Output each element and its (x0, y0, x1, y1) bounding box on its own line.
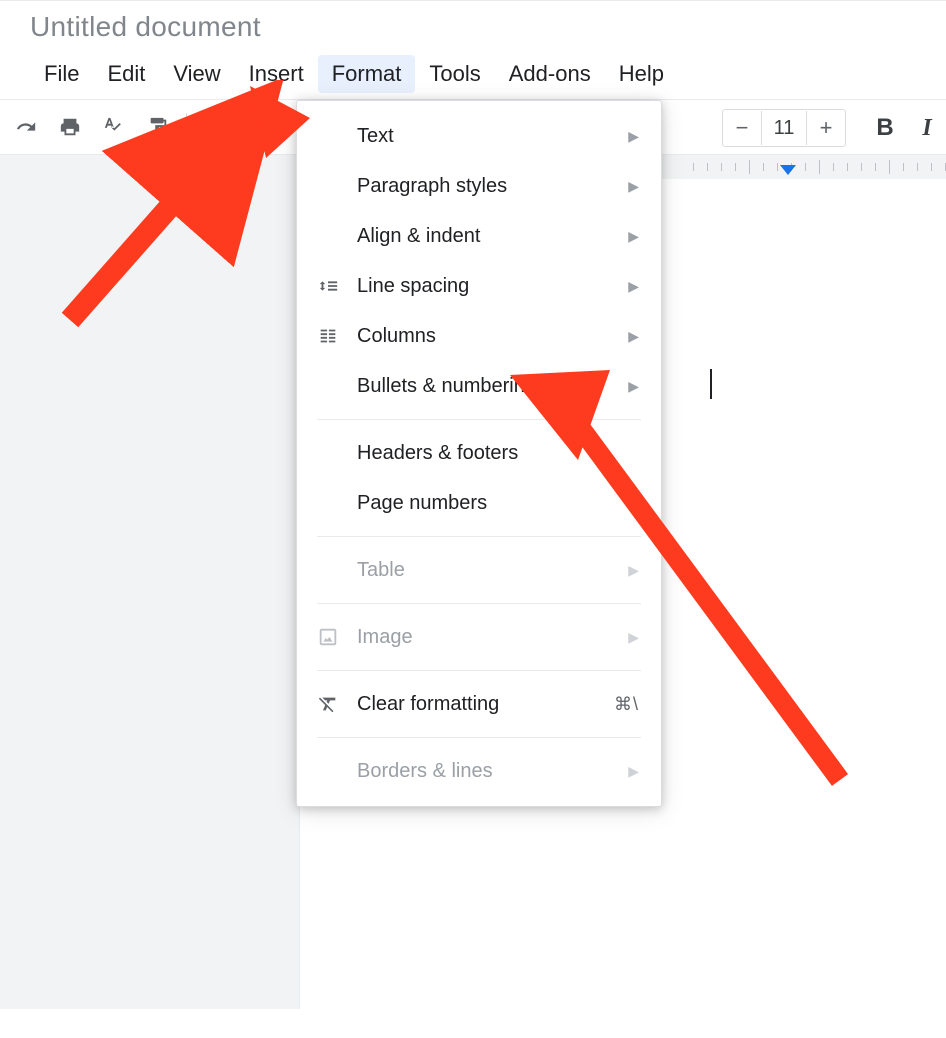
bold-button[interactable]: B (866, 114, 904, 142)
font-size-decrease-button[interactable]: − (723, 111, 761, 145)
paint-format-button[interactable] (136, 105, 180, 149)
menu-separator (317, 419, 641, 420)
menu-insert[interactable]: Insert (235, 55, 318, 93)
font-size-increase-button[interactable]: + (807, 111, 845, 145)
spellcheck-button[interactable] (92, 105, 136, 149)
font-size-value[interactable]: 11 (761, 111, 807, 145)
menu-file[interactable]: File (30, 55, 93, 93)
columns-icon (317, 325, 357, 347)
format-menu-text[interactable]: Text▶ (297, 111, 661, 161)
menubar: FileEditViewInsertFormatToolsAdd-onsHelp (30, 49, 946, 99)
menu-item-label: Align & indent (357, 225, 628, 248)
line-spacing-icon (317, 275, 357, 297)
format-menu-borders-lines: Borders & lines▶ (297, 746, 661, 796)
menu-item-label: Table (357, 559, 628, 582)
submenu-arrow-icon: ▶ (628, 562, 639, 579)
format-menu-bullets-numbering[interactable]: Bullets & numbering▶ (297, 361, 661, 411)
menu-item-label: Page numbers (357, 492, 639, 515)
menu-separator (317, 737, 641, 738)
menu-item-label: Paragraph styles (357, 175, 628, 198)
menu-item-label: Columns (357, 325, 628, 348)
menu-item-label: Borders & lines (357, 760, 628, 783)
menu-item-label: Image (357, 626, 628, 649)
print-button[interactable] (48, 105, 92, 149)
format-menu-columns[interactable]: Columns▶ (297, 311, 661, 361)
submenu-arrow-icon: ▶ (628, 328, 639, 345)
menu-separator (317, 536, 641, 537)
format-menu-headers-footers[interactable]: Headers & footers (297, 428, 661, 478)
menu-help[interactable]: Help (605, 55, 678, 93)
submenu-arrow-icon: ▶ (628, 228, 639, 245)
format-menu-line-spacing[interactable]: Line spacing▶ (297, 261, 661, 311)
format-menu-align-indent[interactable]: Align & indent▶ (297, 211, 661, 261)
menu-format[interactable]: Format (318, 55, 416, 93)
format-menu-dropdown: Text▶Paragraph styles▶Align & indent▶Lin… (296, 100, 662, 807)
menu-edit[interactable]: Edit (93, 55, 159, 93)
menu-item-label: Bullets & numbering (357, 375, 628, 398)
font-size-control: − 11 + (722, 109, 846, 147)
canvas-margin (0, 179, 300, 1009)
menu-item-label: Headers & footers (357, 442, 639, 465)
menu-item-label: Text (357, 125, 628, 148)
redo-button[interactable] (4, 105, 48, 149)
menu-item-shortcut: ⌘\ (614, 694, 639, 715)
menu-item-label: Clear formatting (357, 693, 614, 716)
submenu-arrow-icon: ▶ (628, 278, 639, 295)
italic-button[interactable]: I (912, 115, 942, 142)
ruler-indent-marker[interactable] (780, 165, 796, 175)
menu-tools[interactable]: Tools (415, 55, 494, 93)
submenu-arrow-icon: ▶ (628, 763, 639, 780)
menu-add-ons[interactable]: Add-ons (495, 55, 605, 93)
submenu-arrow-icon: ▶ (628, 629, 639, 646)
format-menu-table: Table▶ (297, 545, 661, 595)
document-title[interactable]: Untitled document (30, 11, 946, 49)
format-menu-image: Image▶ (297, 612, 661, 662)
image-icon (317, 626, 357, 648)
menu-item-label: Line spacing (357, 275, 628, 298)
submenu-arrow-icon: ▶ (628, 178, 639, 195)
menu-separator (317, 670, 641, 671)
submenu-arrow-icon: ▶ (628, 378, 639, 395)
text-cursor (710, 369, 712, 399)
menu-separator (317, 603, 641, 604)
menu-view[interactable]: View (159, 55, 234, 93)
clear-format-icon (317, 693, 357, 715)
format-menu-paragraph-styles[interactable]: Paragraph styles▶ (297, 161, 661, 211)
format-menu-page-numbers[interactable]: Page numbers (297, 478, 661, 528)
submenu-arrow-icon: ▶ (628, 128, 639, 145)
format-menu-clear-formatting[interactable]: Clear formatting⌘\ (297, 679, 661, 729)
